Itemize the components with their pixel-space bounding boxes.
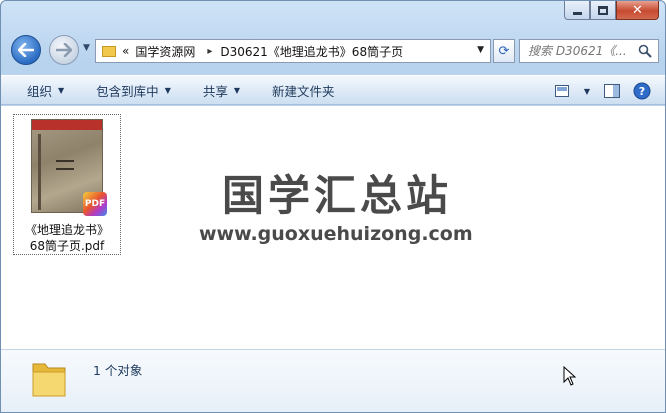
refresh-button[interactable]: ⟳ bbox=[493, 39, 515, 63]
details-pane: 1 个对象 bbox=[1, 349, 665, 412]
breadcrumb-item-current[interactable]: D30621《地理追龙书》68筒子页 bbox=[220, 43, 403, 60]
minimize-button[interactable] bbox=[564, 1, 590, 20]
toolbar-right: ▼ ? bbox=[547, 76, 665, 106]
minimize-icon bbox=[572, 11, 582, 15]
watermark-url: www.guoxuehuizong.com bbox=[199, 223, 473, 245]
dropdown-arrow-icon: ▼ bbox=[233, 85, 241, 95]
new-folder-label: 新建文件夹 bbox=[272, 83, 335, 99]
svg-text:?: ? bbox=[639, 85, 645, 98]
close-button[interactable]: ✕ bbox=[616, 1, 659, 20]
mouse-cursor-icon bbox=[563, 366, 577, 386]
include-in-library-menu[interactable]: 包含到库中 ▼ bbox=[78, 76, 185, 104]
dropdown-arrow-icon: ▼ bbox=[58, 85, 65, 95]
back-button[interactable] bbox=[11, 35, 41, 65]
command-bar: 组织 ▼ 包含到库中 ▼ 共享 ▼ 新建文件夹 ▼ ? bbox=[1, 75, 665, 106]
share-menu[interactable]: 共享 ▼ bbox=[185, 76, 254, 104]
share-label: 共享 bbox=[202, 83, 228, 99]
help-icon: ? bbox=[633, 82, 651, 100]
search-icon[interactable] bbox=[638, 44, 652, 58]
view-icon bbox=[555, 85, 569, 97]
pdf-badge-icon: PDF bbox=[83, 192, 107, 216]
change-view-button[interactable] bbox=[547, 77, 577, 105]
arrow-left-icon bbox=[18, 43, 34, 57]
include-in-library-label: 包含到库中 bbox=[96, 83, 159, 99]
dropdown-arrow-icon: ▼ bbox=[164, 85, 171, 95]
preview-pane-icon bbox=[604, 84, 620, 98]
search-input[interactable] bbox=[528, 44, 640, 58]
close-icon: ✕ bbox=[632, 2, 643, 18]
file-name-line1: 《地理追龙书》 bbox=[24, 223, 109, 237]
search-box[interactable] bbox=[519, 39, 659, 63]
item-count: 1 个对象 bbox=[93, 363, 143, 378]
refresh-icon: ⟳ bbox=[498, 43, 510, 59]
forward-button[interactable] bbox=[49, 35, 79, 65]
file-name-line2: 68筒子页.pdf bbox=[29, 239, 105, 253]
file-item[interactable]: PDF 《地理追龙书》 68筒子页.pdf bbox=[13, 114, 121, 255]
address-dropdown-icon[interactable]: ▼ bbox=[477, 45, 484, 55]
overflow-chevron[interactable]: « bbox=[122, 44, 129, 58]
watermark-title: 国学汇总站 bbox=[221, 171, 452, 220]
organize-label: 组织 bbox=[27, 83, 53, 99]
dropdown-arrow-icon: ▼ bbox=[583, 86, 591, 96]
breadcrumb-item-root[interactable]: 国学资源网 bbox=[135, 43, 195, 60]
preview-pane-button[interactable] bbox=[597, 77, 627, 105]
organize-menu[interactable]: 组织 ▼ bbox=[1, 76, 78, 104]
navigation-bar: ▼ « 国学资源网 ▸ D30621《地理追龙书》68筒子页 ▼ ⟳ bbox=[1, 31, 665, 65]
breadcrumb-separator[interactable]: ▸ bbox=[207, 46, 212, 57]
address-bar[interactable]: « 国学资源网 ▸ D30621《地理追龙书》68筒子页 ▼ bbox=[95, 39, 491, 63]
file-name[interactable]: 《地理追龙书》 68筒子页.pdf bbox=[14, 222, 120, 254]
recent-pages-dropdown[interactable]: ▼ bbox=[83, 43, 90, 53]
arrow-right-icon bbox=[56, 43, 72, 57]
file-list-area[interactable]: PDF 《地理追龙书》 68筒子页.pdf 国学汇总站 www.guoxuehu… bbox=[1, 106, 665, 349]
help-button[interactable]: ? bbox=[627, 77, 657, 105]
caption-buttons: ✕ bbox=[564, 1, 659, 20]
explorer-window: ✕ ▼ « 国学资源网 ▸ D30621《地理追龙书》68筒子页 ▼ ⟳ 搜索 … bbox=[0, 0, 666, 413]
maximize-button[interactable] bbox=[590, 1, 616, 20]
new-folder-button[interactable]: 新建文件夹 bbox=[254, 76, 349, 104]
folder-icon bbox=[102, 45, 116, 57]
view-options-dropdown[interactable]: ▼ bbox=[577, 77, 597, 105]
folder-icon bbox=[32, 363, 66, 397]
maximize-icon bbox=[598, 5, 608, 15]
